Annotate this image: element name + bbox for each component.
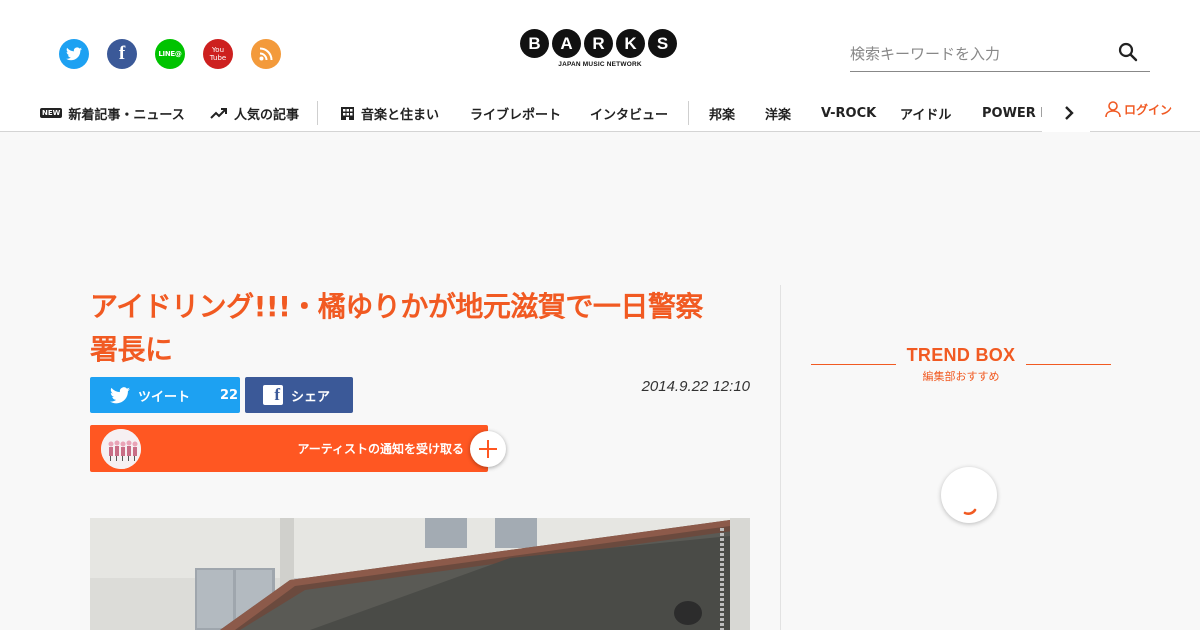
publish-date: 2014.9.22 12:10 [641,378,750,395]
nav-item-popular[interactable]: 人気の記事 [210,102,299,124]
heading-rule-right [1026,364,1111,365]
tweet-button[interactable]: ツイート 22 [90,377,240,413]
search-input[interactable] [850,40,1110,68]
new-icon: NEW [40,108,63,118]
artist-avatar [101,429,141,469]
nav-item-idol[interactable]: アイドル [900,102,951,124]
tweet-label: ツイート [138,389,191,405]
logo-subtitle: JAPAN MUSIC NETWORK [558,61,642,68]
plus-icon[interactable] [470,431,506,467]
nav-item-news[interactable]: NEW 新着記事・ニュース [40,102,185,124]
social-links: f LINE@ You Tube [59,39,281,69]
building-icon [341,106,354,120]
site-header: f LINE@ You Tube B A R K S JAPAN MUSIC N… [0,0,1200,132]
loading-spinner-icon [941,467,997,523]
search-box [850,40,1150,72]
nav-divider [688,101,689,125]
youtube-icon[interactable]: You Tube [203,39,233,69]
nav-item-yougaku[interactable]: 洋楽 [765,102,791,124]
line-icon[interactable]: LINE@ [155,39,185,69]
artist-notify-bar[interactable]: アーティストの通知を受け取る [90,425,506,472]
nav-item-live-report[interactable]: ライブレポート [470,102,561,124]
nav-item-interview[interactable]: インタビュー [590,102,668,124]
nav-item-hougaku[interactable]: 邦楽 [709,102,735,124]
notify-label: アーティストの通知を受け取る [297,442,464,456]
column-divider [780,285,781,630]
twitter-icon[interactable] [59,39,89,69]
trending-icon [210,108,227,119]
trend-box-title: TREND BOX [906,345,1016,365]
tweet-count: 22 [220,387,239,403]
login-link[interactable]: ログイン [1104,100,1172,118]
facebook-share-button[interactable]: f シェア [245,377,353,413]
article-title: アイドリング!!!・橘ゆりかが地元滋賀で一日警察 署長に [90,290,703,366]
chevron-right-icon[interactable] [1060,102,1078,128]
share-label: シェア [291,389,331,405]
trend-box-heading: TREND BOX 編集部おすすめ [811,345,1111,384]
nav-item-housing[interactable]: 音楽と住まい [340,102,439,124]
article-photo [90,518,750,630]
heading-rule-left [811,364,896,365]
trend-box-subtitle: 編集部おすすめ [922,370,1000,383]
barks-logo[interactable]: B A R K S JAPAN MUSIC NETWORK [520,29,680,68]
facebook-icon: f [263,385,283,405]
main-nav: NEW 新着記事・ニュース 人気の記事 音楽と住まい ライブレポート インタビュ… [0,96,1200,132]
user-icon [1105,101,1121,118]
rss-icon[interactable] [251,39,281,69]
nav-divider [317,101,318,125]
facebook-icon[interactable]: f [107,39,137,69]
nav-item-vrock[interactable]: V-ROCK [821,102,876,124]
logo-letters: B A R K S [520,29,680,58]
twitter-icon [110,386,130,403]
search-icon[interactable] [1118,42,1138,66]
